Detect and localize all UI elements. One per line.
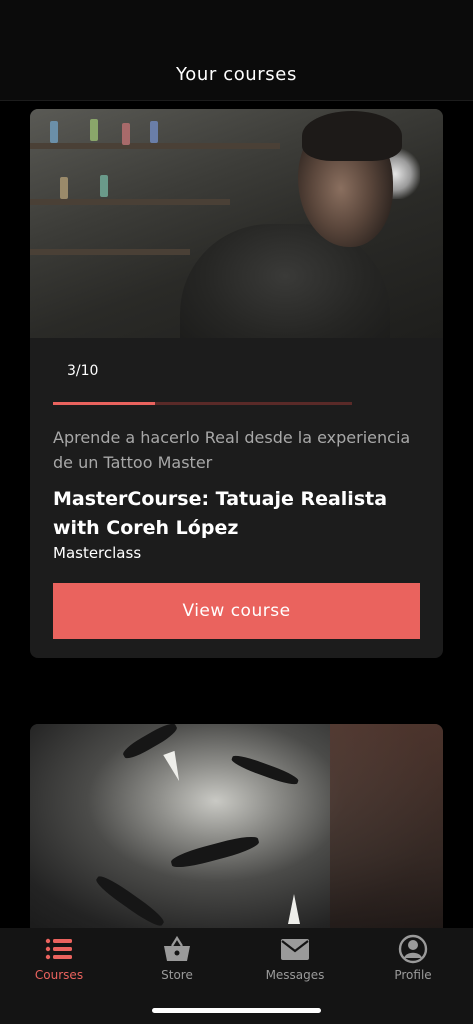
page-title: Your courses [176, 64, 297, 85]
tiger-fang [288, 894, 300, 924]
view-course-button[interactable]: View course [53, 583, 420, 639]
course-thumbnail-image[interactable] [30, 724, 443, 944]
course-card[interactable] [30, 724, 443, 944]
tab-courses[interactable]: Courses [0, 934, 118, 986]
user-circle-icon [398, 934, 428, 964]
home-indicator[interactable] [152, 1008, 321, 1013]
tab-store[interactable]: Store [118, 934, 236, 986]
tab-label: Profile [394, 968, 432, 982]
shelf-decoration [30, 249, 190, 255]
tab-label: Messages [265, 968, 325, 982]
course-thumbnail-image[interactable] [30, 109, 443, 338]
list-icon [45, 938, 72, 960]
top-header: Your courses [0, 0, 473, 101]
course-card[interactable]: 3/10 Aprende a hacerlo Real desde la exp… [30, 109, 443, 658]
tiger-stripe [230, 752, 300, 788]
tiger-stripe [169, 832, 261, 872]
tab-label: Courses [34, 968, 84, 982]
bottle-decoration [60, 177, 68, 199]
progress-bar [53, 402, 352, 405]
tab-profile[interactable]: Profile [354, 934, 472, 986]
tab-messages[interactable]: Messages [236, 934, 354, 986]
course-type: Masterclass [53, 544, 142, 562]
bottle-decoration [122, 123, 130, 145]
course-subtitle: Aprende a hacerlo Real desde la experien… [53, 428, 411, 472]
bottle-decoration [150, 121, 158, 143]
bottle-decoration [100, 175, 108, 197]
bottle-decoration [90, 119, 98, 141]
shelf-decoration [30, 199, 230, 205]
artist-hair [302, 111, 402, 161]
tiger-stripe [93, 872, 167, 930]
bottle-decoration [50, 121, 58, 143]
basket-icon [164, 935, 190, 961]
background-glow [330, 724, 443, 944]
tiger-fang [163, 750, 185, 784]
course-title: MasterCourse: Tatuaje Realista with Core… [53, 488, 388, 539]
progress-count: 3/10 [67, 363, 99, 379]
progress-bar-fill [53, 402, 155, 405]
tab-label: Store [161, 968, 193, 982]
shelf-decoration [30, 143, 280, 149]
envelope-icon [281, 939, 309, 960]
